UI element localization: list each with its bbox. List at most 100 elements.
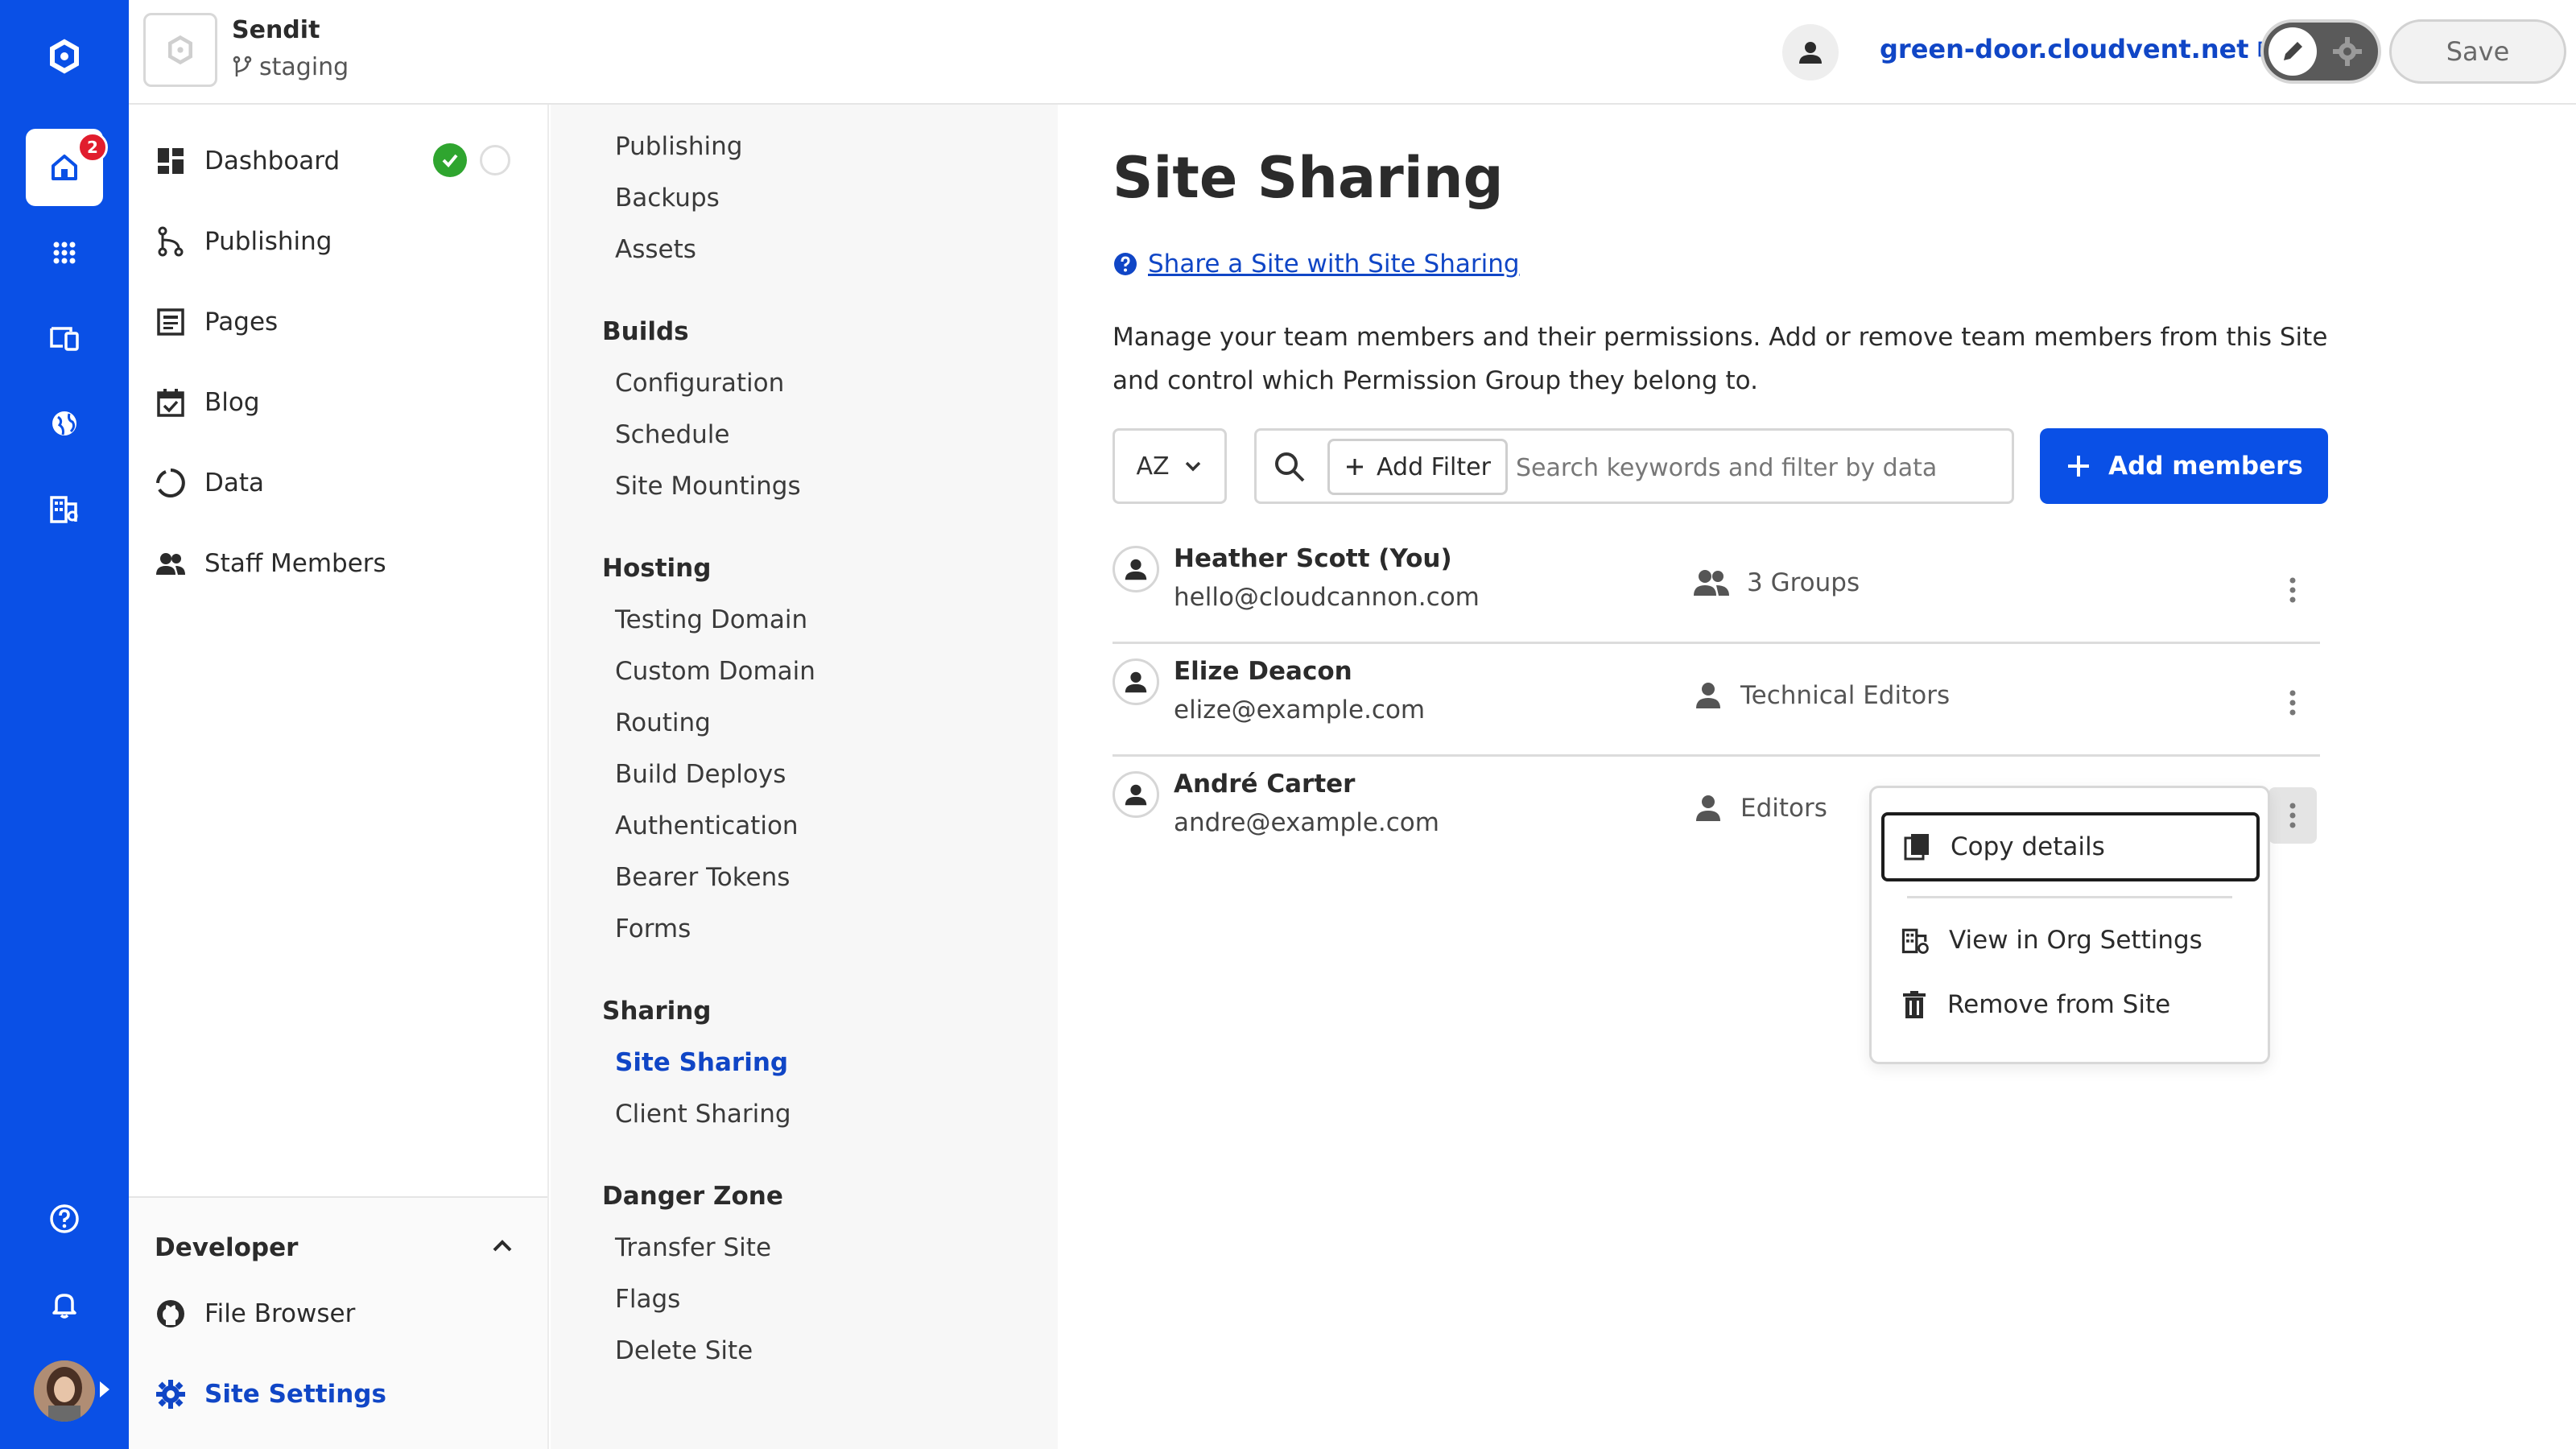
rail-globe-button[interactable] xyxy=(26,385,103,462)
member-options-button[interactable] xyxy=(2268,787,2317,844)
settings-item-routing[interactable]: Routing xyxy=(615,708,711,737)
nav-item-blog[interactable]: Blog xyxy=(155,378,533,427)
copy-icon xyxy=(1904,834,1929,861)
kebab-menu-icon xyxy=(2289,690,2296,716)
rail-org-button[interactable] xyxy=(26,470,103,547)
member-group-label: 3 Groups xyxy=(1747,568,1860,597)
member-row[interactable]: Heather Scott (You) hello@cloudcannon.co… xyxy=(1113,533,2320,644)
data-icon xyxy=(156,469,185,497)
settings-item-client-sharing[interactable]: Client Sharing xyxy=(615,1100,791,1129)
settings-item-configuration[interactable]: Configuration xyxy=(615,369,784,398)
status-pending-icon xyxy=(480,145,510,175)
settings-item-site-mountings[interactable]: Site Mountings xyxy=(615,472,801,501)
member-name: Elize Deacon xyxy=(1174,657,1352,686)
user-avatar[interactable] xyxy=(34,1360,95,1422)
dashboard-icon xyxy=(158,148,184,174)
settings-item-assets[interactable]: Assets xyxy=(615,235,696,264)
editor-mode-toggle[interactable] xyxy=(2260,19,2381,84)
member-row[interactable]: Elize Deacon elize@example.com Technical… xyxy=(1113,646,2320,757)
nav-item-pages[interactable]: Pages xyxy=(155,298,533,346)
nav-item-dashboard[interactable]: Dashboard xyxy=(155,137,533,185)
member-options-button[interactable] xyxy=(2268,675,2317,731)
help-doc-link[interactable]: Share a Site with Site Sharing xyxy=(1113,250,1520,279)
main-content: Site Sharing Share a Site with Site Shar… xyxy=(1059,105,2576,1449)
settings-section-danger-zone: Danger Zone xyxy=(602,1182,783,1211)
settings-section-sharing: Sharing xyxy=(602,997,712,1026)
nav-item-staff-members[interactable]: Staff Members xyxy=(155,539,533,588)
nav-item-label: Blog xyxy=(204,388,260,417)
settings-item-flags[interactable]: Flags xyxy=(615,1285,680,1314)
member-email: andre@example.com xyxy=(1174,808,1439,837)
settings-item-publishing[interactable]: Publishing xyxy=(615,132,742,161)
search-input[interactable] xyxy=(1516,444,1999,492)
member-email: hello@cloudcannon.com xyxy=(1174,583,1480,612)
add-members-label: Add members xyxy=(2108,452,2303,481)
kebab-menu-icon xyxy=(2289,577,2296,603)
settings-item-transfer-site[interactable]: Transfer Site xyxy=(615,1233,771,1262)
member-options-button[interactable] xyxy=(2268,562,2317,618)
person-icon xyxy=(1125,671,1147,693)
site-url-link[interactable]: green-door.cloudvent.net xyxy=(1880,34,2277,64)
save-button[interactable]: Save xyxy=(2389,19,2566,84)
account-button[interactable] xyxy=(1782,24,1839,80)
site-url-text: green-door.cloudvent.net xyxy=(1880,34,2249,64)
member-options-menu: Copy details View in Org Settings Remove… xyxy=(1869,786,2270,1064)
member-group[interactable]: Technical Editors xyxy=(1692,679,1950,712)
member-name: André Carter xyxy=(1174,770,1356,799)
plus-icon xyxy=(1347,459,1364,475)
settings-item-bearer-tokens[interactable]: Bearer Tokens xyxy=(615,863,790,892)
nav-item-publishing[interactable]: Publishing xyxy=(155,217,533,266)
settings-item-backups[interactable]: Backups xyxy=(615,184,720,213)
person-icon xyxy=(1125,559,1147,580)
page-description: Manage your team members and their permi… xyxy=(1113,323,2328,395)
chevron-up-icon[interactable] xyxy=(486,1230,518,1262)
nav-item-site-settings[interactable]: Site Settings xyxy=(155,1370,533,1418)
nav-item-label: Publishing xyxy=(204,227,332,256)
nav-item-file-browser[interactable]: File Browser xyxy=(155,1290,533,1338)
site-thumbnail[interactable] xyxy=(143,13,217,87)
cloudcannon-logo[interactable] xyxy=(26,18,103,95)
site-navigation: Dashboard Publishing Pages Blog Data Sta… xyxy=(129,105,549,1449)
site-placeholder-icon xyxy=(168,35,192,65)
branch-label[interactable]: staging xyxy=(232,53,349,81)
settings-item-schedule[interactable]: Schedule xyxy=(615,420,729,449)
add-members-button[interactable]: Add members xyxy=(2040,428,2328,504)
settings-item-site-sharing[interactable]: Site Sharing xyxy=(615,1048,788,1077)
rail-notifications-button[interactable] xyxy=(26,1265,103,1343)
sort-button[interactable]: AZ xyxy=(1113,428,1227,504)
avatar-expand-icon[interactable] xyxy=(100,1381,109,1397)
settings-item-build-deploys[interactable]: Build Deploys xyxy=(615,760,786,789)
rail-apps-button[interactable] xyxy=(26,214,103,291)
branch-icon xyxy=(158,226,184,257)
developer-title: Developer xyxy=(155,1233,299,1262)
settings-item-custom-domain[interactable]: Custom Domain xyxy=(615,657,815,686)
member-group[interactable]: 3 Groups xyxy=(1692,567,1860,599)
menu-item-copy-details[interactable]: Copy details xyxy=(1881,812,2260,881)
menu-item-view-in-org-settings[interactable]: View in Org Settings xyxy=(1881,906,2260,975)
top-bar: Sendit staging green-door.cloudvent.net xyxy=(129,0,2576,105)
logo-icon xyxy=(50,39,79,74)
people-icon xyxy=(156,553,185,575)
gear-icon xyxy=(156,1380,185,1409)
menu-item-remove-from-site[interactable]: Remove from Site xyxy=(1881,970,2260,1039)
settings-item-delete-site[interactable]: Delete Site xyxy=(615,1336,753,1365)
gear-icon xyxy=(2333,37,2362,66)
settings-section-hosting: Hosting xyxy=(602,554,712,583)
plus-icon xyxy=(2068,456,2090,477)
member-group-label: Technical Editors xyxy=(1740,681,1951,710)
rail-devices-button[interactable] xyxy=(26,299,103,377)
devices-icon xyxy=(50,327,79,351)
nav-item-data[interactable]: Data xyxy=(155,459,533,507)
member-group[interactable]: Editors xyxy=(1692,792,1827,824)
settings-item-forms[interactable]: Forms xyxy=(615,914,691,943)
rail-help-button[interactable] xyxy=(26,1180,103,1257)
add-filter-button[interactable]: Add Filter xyxy=(1327,439,1508,495)
settings-item-testing-domain[interactable]: Testing Domain xyxy=(615,605,807,634)
rail-home-button[interactable]: 2 xyxy=(26,129,108,206)
person-icon xyxy=(1696,795,1720,821)
settings-item-authentication[interactable]: Authentication xyxy=(615,811,799,840)
nav-item-label: Dashboard xyxy=(204,147,341,175)
search-icon xyxy=(1275,452,1305,482)
trash-icon xyxy=(1903,991,1926,1018)
nav-item-label: File Browser xyxy=(204,1299,356,1328)
